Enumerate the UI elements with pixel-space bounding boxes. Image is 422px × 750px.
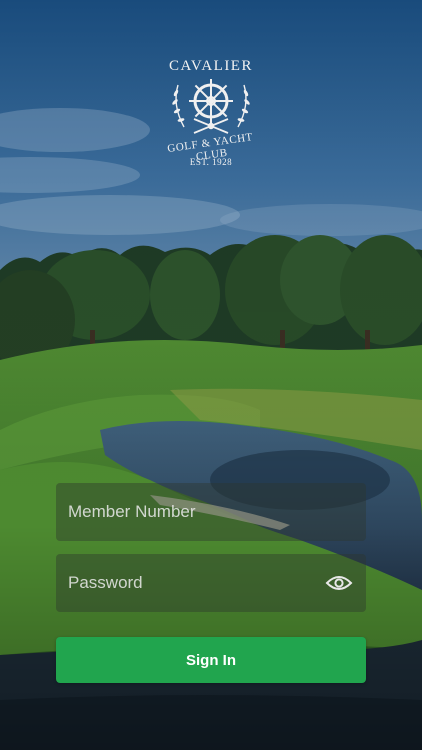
club-logo: CAVALIER GOLF & YACHT CLUB EST. 1928	[151, 58, 271, 176]
member-number-input[interactable]	[68, 483, 354, 541]
show-password-eye-icon[interactable]	[324, 573, 354, 593]
logo-established: EST. 1928	[189, 157, 233, 167]
logo-title: CAVALIER	[169, 58, 253, 74]
password-input[interactable]	[68, 554, 324, 612]
member-number-field[interactable]	[56, 483, 366, 541]
ship-wheel-emblem-icon	[172, 79, 250, 134]
sign-in-button[interactable]: Sign In	[56, 637, 366, 683]
login-screen: CAVALIER GOLF & YACHT CLUB EST. 1928 Mem…	[0, 0, 422, 750]
password-field[interactable]	[56, 554, 366, 612]
